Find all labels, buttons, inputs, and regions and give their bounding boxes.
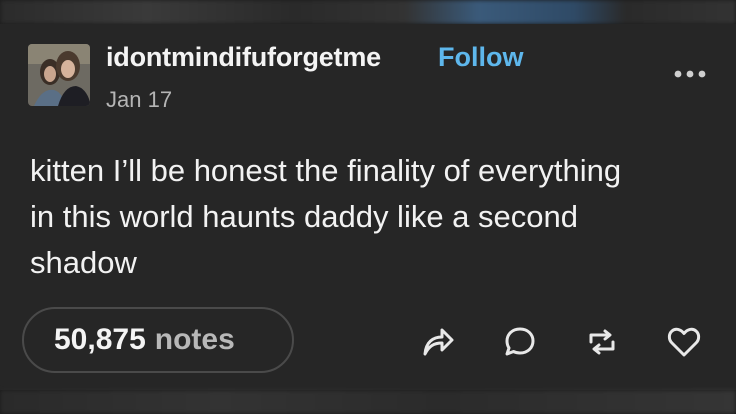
avatar-image	[28, 44, 90, 106]
reblog-icon[interactable]	[582, 322, 622, 362]
post-body: kitten I’ll be honest the finality of ev…	[30, 148, 710, 286]
post-date: Jan 17	[106, 87, 173, 112]
notes-count: 50,875	[54, 323, 146, 356]
post-body-line: shadow	[30, 245, 137, 280]
post-body-line: in this world haunts daddy like a second	[30, 199, 578, 234]
notes-button[interactable]: 50,875 notes	[22, 307, 294, 373]
post-body-line: kitten I’ll be honest the finality of ev…	[30, 153, 622, 188]
share-icon[interactable]	[418, 322, 458, 362]
blurred-header-strip	[0, 0, 736, 24]
post-username[interactable]: idontmindifuforgetme	[106, 42, 381, 73]
follow-button[interactable]: Follow	[438, 42, 523, 73]
notes-label: notes	[154, 323, 235, 356]
post-card: idontmindifuforgetme Follow Jan 17 kitte…	[0, 24, 736, 390]
more-options-icon[interactable]	[670, 62, 710, 86]
heart-icon[interactable]	[664, 322, 704, 362]
blurred-footer-strip	[0, 390, 736, 414]
reply-icon[interactable]	[500, 322, 540, 362]
avatar[interactable]	[28, 44, 90, 106]
